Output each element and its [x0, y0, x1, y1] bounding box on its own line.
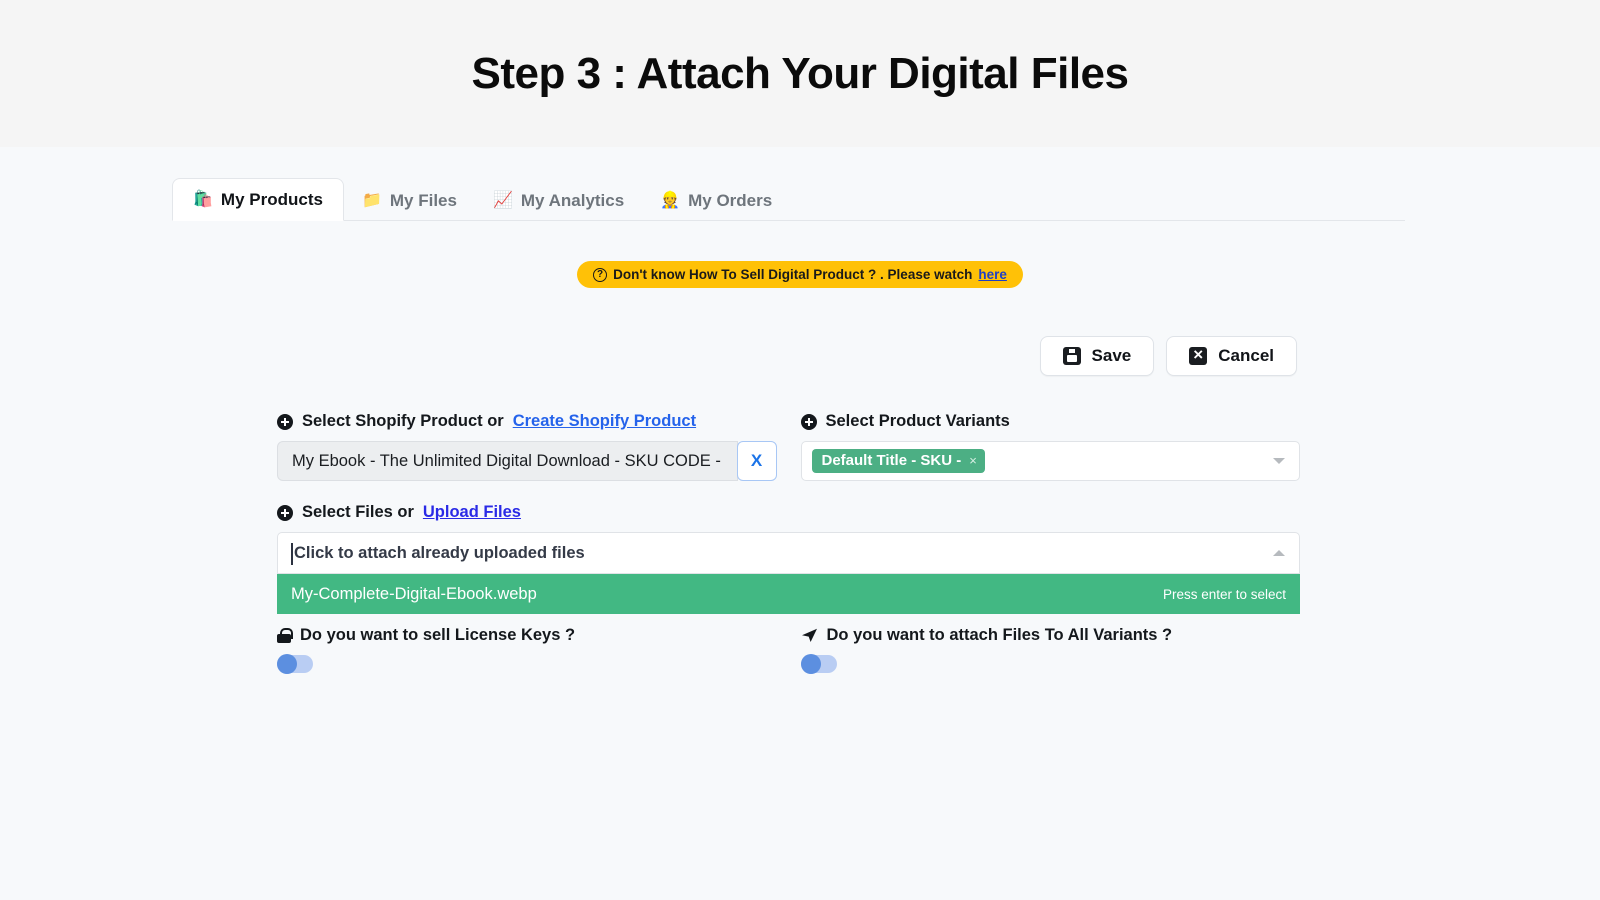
clear-product-button[interactable]: X: [736, 441, 777, 481]
shopify-product-label-row: Select Shopify Product or Create Shopify…: [277, 412, 777, 431]
help-banner-row: ? Don't know How To Sell Digital Product…: [0, 261, 1600, 288]
tab-my-products[interactable]: 🛍️ My Products: [172, 178, 344, 221]
license-keys-label-row: Do you want to sell License Keys ?: [277, 626, 777, 645]
all-variants-label: Do you want to attach Files To All Varia…: [826, 626, 1173, 644]
attach-files-form: Select Shopify Product or Create Shopify…: [0, 412, 1600, 674]
page-title: Step 3 : Attach Your Digital Files: [471, 48, 1129, 98]
file-option-row[interactable]: My-Complete-Digital-Ebook.webp Press ent…: [277, 574, 1300, 614]
folder-icon: 📁: [361, 191, 382, 209]
page-header: Step 3 : Attach Your Digital Files: [0, 0, 1600, 147]
tabs-container: 🛍️ My Products 📁 My Files 📈 My Analytics…: [0, 147, 1600, 221]
tab-my-files-label: My Files: [389, 191, 457, 210]
file-option-name: My-Complete-Digital-Ebook.webp: [291, 584, 537, 603]
plus-circle-icon: [800, 413, 817, 430]
save-button-label: Save: [1091, 346, 1132, 365]
person-icon: 👷: [660, 191, 681, 209]
tab-strip: 🛍️ My Products 📁 My Files 📈 My Analytics…: [172, 175, 1405, 221]
tab-my-orders[interactable]: 👷 My Orders: [642, 181, 790, 220]
product-variants-label-row: Select Product Variants: [800, 412, 1301, 431]
help-banner: ? Don't know How To Sell Digital Product…: [577, 261, 1023, 288]
create-shopify-product-link[interactable]: Create Shopify Product: [513, 412, 696, 431]
tab-my-analytics-label: My Analytics: [520, 191, 625, 210]
field-select-files: Select Files or Upload Files Click to at…: [277, 503, 1300, 614]
product-variants-multiselect[interactable]: Default Title - SKU - ×: [800, 441, 1300, 481]
help-banner-text: Don't know How To Sell Digital Product ?…: [613, 267, 973, 282]
chevron-up-icon[interactable]: [1273, 550, 1285, 556]
all-variants-toggle[interactable]: [800, 654, 837, 674]
all-variants-label-row: Do you want to attach Files To All Varia…: [801, 626, 1301, 645]
field-all-variants: Do you want to attach Files To All Varia…: [800, 626, 1301, 674]
lock-icon: [277, 628, 293, 643]
help-banner-link[interactable]: here: [978, 267, 1007, 282]
file-select-placeholder: Click to attach already uploaded files: [294, 543, 585, 562]
file-select-input[interactable]: Click to attach already uploaded files: [277, 532, 1300, 574]
chevron-down-icon[interactable]: [1273, 458, 1285, 464]
action-bar: Save Cancel: [0, 336, 1600, 376]
cancel-button-label: Cancel: [1218, 346, 1274, 365]
save-button[interactable]: Save: [1039, 336, 1155, 376]
close-square-icon: [1189, 344, 1208, 366]
upload-files-link[interactable]: Upload Files: [423, 503, 521, 522]
tab-my-files[interactable]: 📁 My Files: [344, 181, 475, 220]
product-variants-label: Select Product Variants: [825, 412, 1010, 430]
plus-circle-icon: [277, 413, 293, 430]
select-files-label: Select Files or: [302, 503, 414, 521]
plus-circle-icon: [277, 504, 293, 521]
tab-my-orders-label: My Orders: [688, 191, 773, 210]
field-product-variants: Select Product Variants Default Title - …: [800, 412, 1301, 481]
shopify-product-label: Select Shopify Product or: [302, 412, 504, 430]
variant-chip[interactable]: Default Title - SKU - ×: [811, 449, 985, 473]
file-option-hint: Press enter to select: [1162, 586, 1286, 602]
field-license-keys: Do you want to sell License Keys ?: [277, 626, 777, 674]
field-shopify-product: Select Shopify Product or Create Shopify…: [277, 412, 777, 481]
file-select-wrapper: Click to attach already uploaded files M…: [277, 532, 1300, 614]
form-row-toggles: Do you want to sell License Keys ? Do yo…: [277, 626, 1301, 674]
shopping-bags-icon: 🛍️: [193, 190, 213, 208]
floppy-disk-icon: [1062, 347, 1081, 365]
license-keys-label: Do you want to sell License Keys ?: [300, 626, 576, 644]
remove-variant-icon[interactable]: ×: [969, 453, 977, 468]
chart-icon: 📈: [492, 191, 513, 209]
variant-chip-label: Default Title - SKU -: [821, 452, 962, 469]
shopify-product-select[interactable]: My Ebook - The Unlimited Digital Downloa…: [277, 441, 738, 481]
form-row-product-variants: Select Shopify Product or Create Shopify…: [277, 412, 1300, 481]
tab-my-products-label: My Products: [220, 190, 323, 209]
shopify-product-select-group: My Ebook - The Unlimited Digital Downloa…: [277, 441, 777, 481]
send-icon: [801, 628, 817, 642]
form-row-files: Select Files or Upload Files Click to at…: [277, 503, 1300, 614]
select-files-label-row: Select Files or Upload Files: [277, 503, 1300, 522]
question-mark-circle-icon: ?: [593, 267, 608, 282]
cancel-button[interactable]: Cancel: [1166, 336, 1297, 376]
license-keys-toggle[interactable]: [277, 654, 313, 674]
tab-my-analytics[interactable]: 📈 My Analytics: [475, 181, 642, 220]
